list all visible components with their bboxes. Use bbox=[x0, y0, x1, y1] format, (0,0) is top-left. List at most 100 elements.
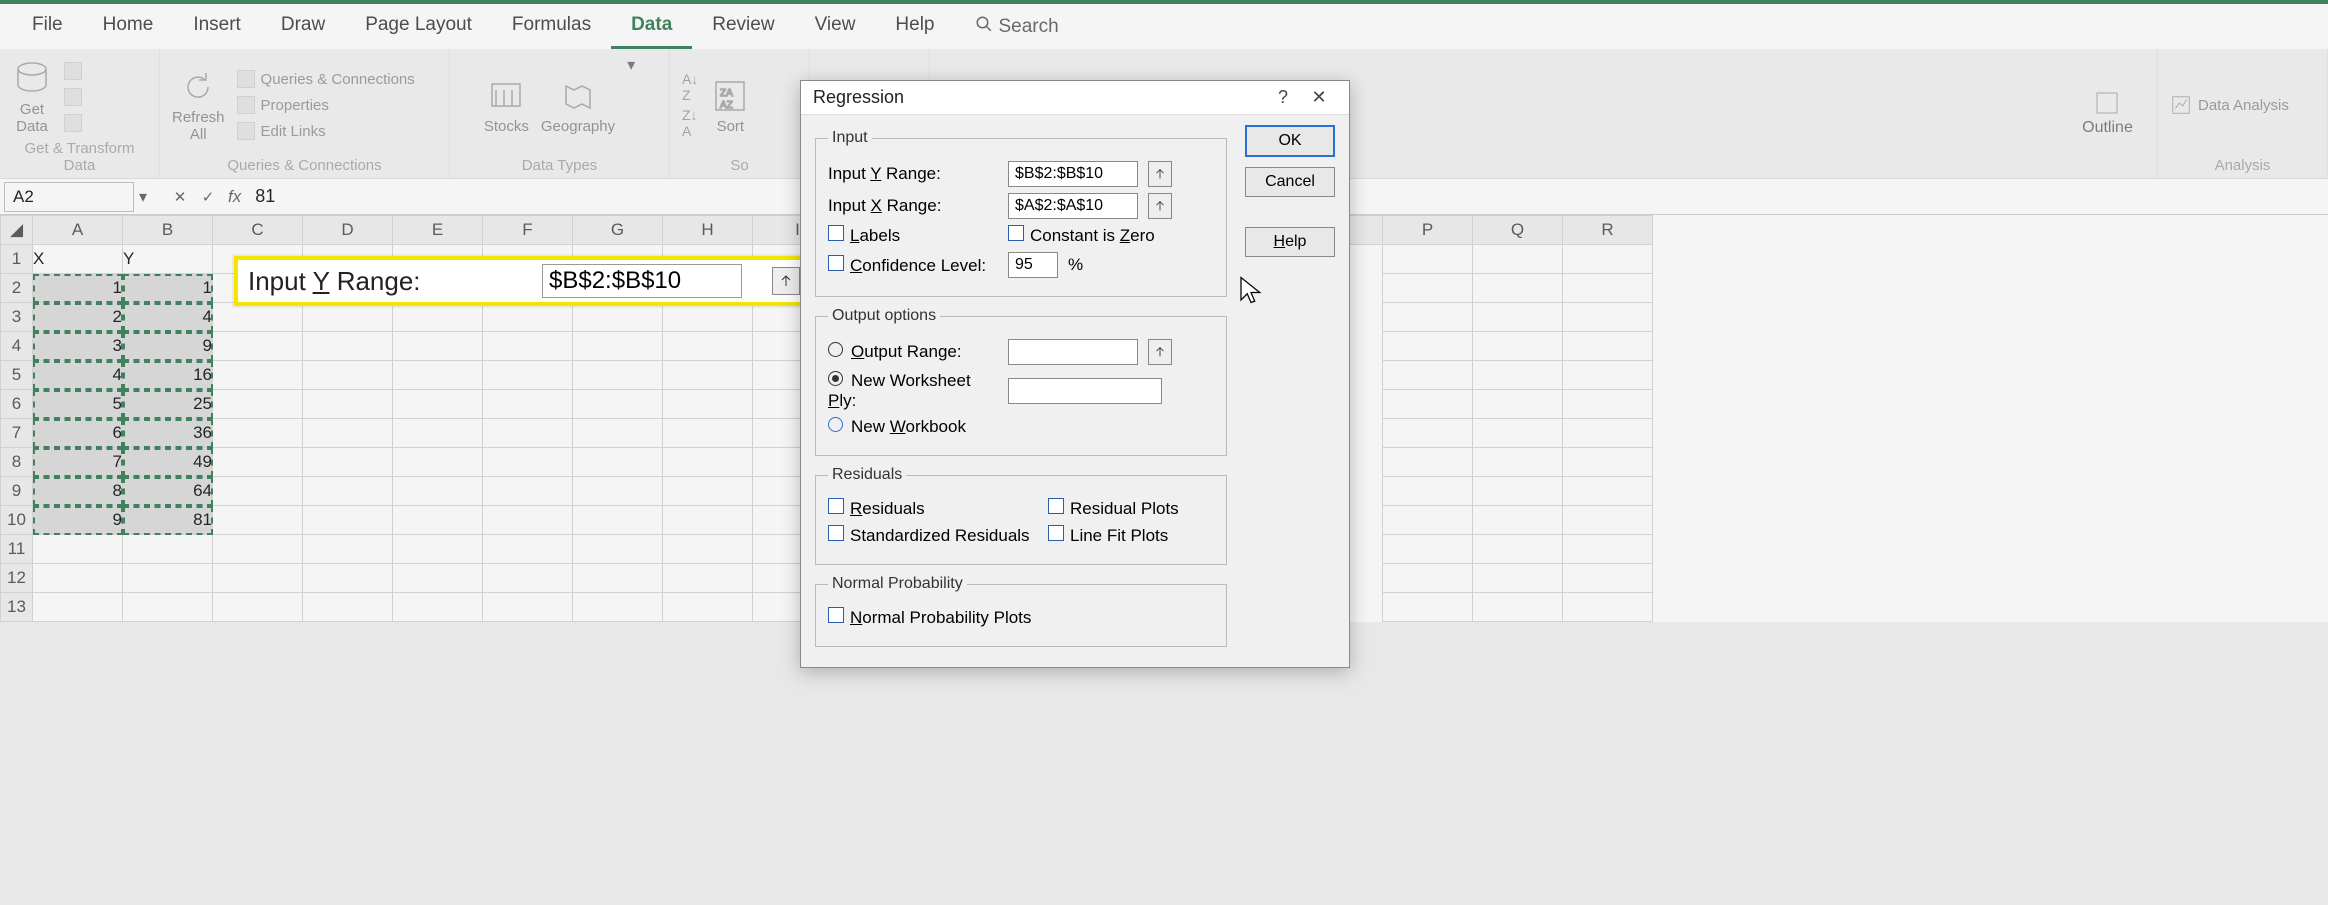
col-header-P[interactable]: P bbox=[1383, 216, 1473, 245]
help-button[interactable]: Help bbox=[1245, 227, 1335, 257]
stocks-button[interactable]: Stocks bbox=[484, 76, 529, 135]
cell-B5[interactable]: 16 bbox=[123, 361, 213, 390]
constant-zero-checkbox[interactable] bbox=[1008, 225, 1024, 241]
datatype-more-icon[interactable]: ▾ bbox=[627, 55, 635, 75]
input-y-range[interactable] bbox=[1008, 161, 1138, 187]
properties-button[interactable]: Properties bbox=[237, 94, 415, 116]
cell-B2[interactable]: 1 bbox=[123, 274, 213, 303]
cell-A10[interactable]: 9 bbox=[33, 506, 123, 535]
normal-prob-checkbox[interactable] bbox=[828, 607, 844, 623]
new-workbook-radio[interactable] bbox=[828, 417, 843, 432]
cell-A1[interactable]: X bbox=[33, 245, 123, 274]
accept-formula-icon[interactable]: ✓ bbox=[194, 188, 222, 206]
cell-B1[interactable]: Y bbox=[123, 245, 213, 274]
tab-page-layout[interactable]: Page Layout bbox=[345, 4, 492, 49]
cell-A9[interactable]: 8 bbox=[33, 477, 123, 506]
col-header-R[interactable]: R bbox=[1563, 216, 1653, 245]
cell-A8[interactable]: 7 bbox=[33, 448, 123, 477]
x-range-picker-icon[interactable] bbox=[1148, 193, 1172, 219]
tab-review[interactable]: Review bbox=[692, 4, 794, 49]
col-header-A[interactable]: A bbox=[33, 216, 123, 245]
sort-button[interactable]: ZAAZ Sort bbox=[710, 76, 750, 135]
cell-B8[interactable]: 49 bbox=[123, 448, 213, 477]
tab-insert[interactable]: Insert bbox=[173, 4, 261, 49]
output-range-radio[interactable] bbox=[828, 342, 843, 357]
new-worksheet-radio[interactable] bbox=[828, 371, 843, 386]
callout-range-picker-icon[interactable] bbox=[772, 267, 800, 295]
confidence-checkbox[interactable] bbox=[828, 255, 844, 271]
select-all-corner[interactable]: ◢ bbox=[1, 216, 33, 245]
residual-plots-checkbox[interactable] bbox=[1048, 498, 1064, 514]
row-header-5[interactable]: 5 bbox=[1, 361, 33, 390]
row-header-2[interactable]: 2 bbox=[1, 274, 33, 303]
name-box[interactable] bbox=[4, 182, 134, 212]
from-table-icon[interactable] bbox=[64, 112, 82, 134]
group-outline-icon[interactable] bbox=[2095, 91, 2119, 115]
edit-links-button[interactable]: Edit Links bbox=[237, 120, 415, 142]
row-header-9[interactable]: 9 bbox=[1, 477, 33, 506]
cell-A3[interactable]: 2 bbox=[33, 303, 123, 332]
row-header-4[interactable]: 4 bbox=[1, 332, 33, 361]
refresh-all-button[interactable]: Refresh All bbox=[172, 67, 225, 143]
col-header-D[interactable]: D bbox=[303, 216, 393, 245]
cell-B9[interactable]: 64 bbox=[123, 477, 213, 506]
y-range-picker-icon[interactable] bbox=[1148, 161, 1172, 187]
input-x-range[interactable] bbox=[1008, 193, 1138, 219]
fx-icon[interactable]: fx bbox=[228, 187, 241, 207]
cell-B6[interactable]: 25 bbox=[123, 390, 213, 419]
col-header-Q[interactable]: Q bbox=[1473, 216, 1563, 245]
tab-help[interactable]: Help bbox=[875, 4, 954, 49]
line-fit-plots-checkbox[interactable] bbox=[1048, 525, 1064, 541]
ok-button[interactable]: OK bbox=[1245, 125, 1335, 157]
cell-A4[interactable]: 3 bbox=[33, 332, 123, 361]
callout-input[interactable] bbox=[542, 264, 742, 298]
data-analysis-button[interactable]: Data Analysis bbox=[2170, 92, 2289, 118]
residuals-checkbox[interactable] bbox=[828, 498, 844, 514]
std-residuals-checkbox[interactable] bbox=[828, 525, 844, 541]
cell-B4[interactable]: 9 bbox=[123, 332, 213, 361]
tab-data[interactable]: Data bbox=[611, 4, 692, 49]
queries-connections-button[interactable]: Queries & Connections bbox=[237, 68, 415, 90]
cell-A7[interactable]: 6 bbox=[33, 419, 123, 448]
row-header-13[interactable]: 13 bbox=[1, 593, 33, 622]
cell-B3[interactable]: 4 bbox=[123, 303, 213, 332]
row-header-11[interactable]: 11 bbox=[1, 535, 33, 564]
row-header-6[interactable]: 6 bbox=[1, 390, 33, 419]
row-header-12[interactable]: 12 bbox=[1, 564, 33, 593]
col-header-H[interactable]: H bbox=[663, 216, 753, 245]
tab-view[interactable]: View bbox=[795, 4, 876, 49]
tab-draw[interactable]: Draw bbox=[261, 4, 345, 49]
confidence-input[interactable] bbox=[1008, 252, 1058, 278]
from-web-icon[interactable] bbox=[64, 86, 82, 108]
tell-me-search[interactable]: Search bbox=[965, 4, 1069, 49]
cancel-button[interactable]: Cancel bbox=[1245, 167, 1335, 197]
tab-file[interactable]: File bbox=[12, 4, 83, 49]
tab-home[interactable]: Home bbox=[83, 4, 174, 49]
cell-A2[interactable]: 1 bbox=[33, 274, 123, 303]
cell-B7[interactable]: 36 bbox=[123, 419, 213, 448]
row-header-10[interactable]: 10 bbox=[1, 506, 33, 535]
col-header-F[interactable]: F bbox=[483, 216, 573, 245]
row-header-7[interactable]: 7 bbox=[1, 419, 33, 448]
sort-desc-button[interactable]: Z↓A bbox=[682, 107, 698, 139]
dialog-help-icon[interactable]: ? bbox=[1265, 87, 1301, 108]
geography-button[interactable]: Geography bbox=[541, 76, 615, 135]
cell-B10[interactable]: 81 bbox=[123, 506, 213, 535]
from-text-icon[interactable] bbox=[64, 60, 82, 82]
col-header-G[interactable]: G bbox=[573, 216, 663, 245]
cancel-formula-icon[interactable]: ✕ bbox=[166, 188, 194, 206]
output-range-picker-icon[interactable] bbox=[1148, 339, 1172, 365]
row-header-1[interactable]: 1 bbox=[1, 245, 33, 274]
col-header-C[interactable]: C bbox=[213, 216, 303, 245]
new-worksheet-input[interactable] bbox=[1008, 378, 1162, 404]
row-header-3[interactable]: 3 bbox=[1, 303, 33, 332]
tab-formulas[interactable]: Formulas bbox=[492, 4, 611, 49]
labels-checkbox[interactable] bbox=[828, 225, 844, 241]
row-header-8[interactable]: 8 bbox=[1, 448, 33, 477]
output-range-input[interactable] bbox=[1008, 339, 1138, 365]
cell-A6[interactable]: 5 bbox=[33, 390, 123, 419]
cell-A5[interactable]: 4 bbox=[33, 361, 123, 390]
namebox-dropdown-icon[interactable]: ▾ bbox=[134, 187, 152, 207]
sort-asc-button[interactable]: A↓Z bbox=[682, 71, 698, 103]
dialog-close-icon[interactable]: ✕ bbox=[1301, 87, 1337, 108]
